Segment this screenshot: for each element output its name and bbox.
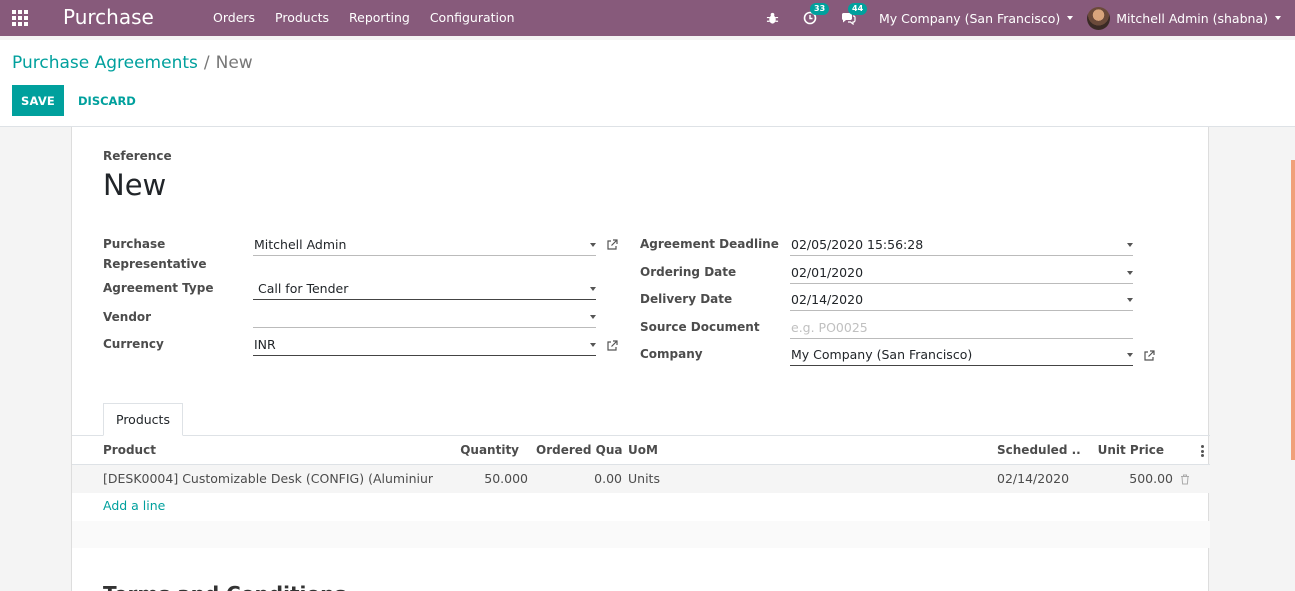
tab-products[interactable]: Products <box>103 403 183 436</box>
ordering-date-value: 02/01/2020 <box>791 265 864 280</box>
avatar <box>1087 6 1111 30</box>
column-header-quantity[interactable]: Quantity <box>442 436 519 465</box>
apps-grid-icon[interactable] <box>12 10 30 26</box>
column-header-scheduled-date[interactable]: Scheduled ... <box>997 436 1081 465</box>
activity-clock-icon[interactable]: 33 <box>799 3 830 29</box>
agreement-type-select[interactable]: Call for Tender <box>253 279 596 300</box>
row-product: [DESK0004] Customizable Desk (CONFIG) (A… <box>103 471 433 486</box>
company-switcher[interactable]: My Company (San Francisco) <box>879 10 1074 26</box>
column-header-uom[interactable]: UoM <box>628 436 688 465</box>
save-button[interactable]: SAVE <box>12 85 64 116</box>
source-document-label: Source Document <box>640 320 760 334</box>
purchase-rep-value: Mitchell Admin <box>254 237 347 252</box>
company-field[interactable]: My Company (San Francisco) <box>790 345 1133 366</box>
column-header-ordered-quantity[interactable]: Ordered Qua... <box>536 436 622 465</box>
column-header-unit-price[interactable]: Unit Price <box>1082 436 1164 465</box>
agreement-deadline-value: 02/05/2020 15:56:28 <box>791 237 924 252</box>
column-header-product[interactable]: Product <box>103 436 303 465</box>
reference-value: New <box>103 168 167 202</box>
menu-configuration[interactable]: Configuration <box>420 0 525 36</box>
row-unit-price: 500.00 <box>1129 471 1173 486</box>
purchase-rep-label-line2: Representative <box>103 257 207 271</box>
row-ordered-quantity: 0.00 <box>594 471 622 486</box>
row-uom: Units <box>628 471 660 486</box>
dropdown-caret-icon <box>1127 353 1133 357</box>
vendor-label: Vendor <box>103 310 152 324</box>
ordering-date-label: Ordering Date <box>640 265 737 279</box>
caret-down-icon <box>1275 16 1281 20</box>
source-document-input[interactable]: e.g. PO0025 <box>790 318 1133 339</box>
purchase-rep-label-line1: Purchase <box>103 237 166 251</box>
main-menu: Orders Products Reporting Configuration <box>203 0 525 36</box>
navbar-right: 33 44 My Company (San Francisco) Mitchel… <box>753 0 1295 36</box>
breadcrumb-parent-link[interactable]: Purchase Agreements <box>12 53 198 73</box>
agreement-type-value: Call for Tender <box>258 281 349 296</box>
app-brand: Purchase <box>63 5 154 29</box>
company-switcher-label: My Company (San Francisco) <box>879 10 1061 26</box>
company-label: Company <box>640 347 703 361</box>
control-panel: Purchase Agreements / New SAVE DISCARD <box>0 40 1295 127</box>
scrollbar[interactable] <box>1291 160 1295 460</box>
external-link-icon[interactable] <box>1143 350 1155 362</box>
currency-field[interactable]: INR <box>253 335 596 356</box>
message-count-badge: 44 <box>848 3 868 15</box>
external-link-icon[interactable] <box>606 340 618 352</box>
add-a-line-link[interactable]: Add a line <box>103 497 165 515</box>
dropdown-caret-icon <box>590 243 596 247</box>
agreement-deadline-label: Agreement Deadline <box>640 237 779 251</box>
menu-orders[interactable]: Orders <box>203 0 265 36</box>
delivery-date-label: Delivery Date <box>640 292 733 306</box>
menu-reporting[interactable]: Reporting <box>339 0 420 36</box>
menu-products[interactable]: Products <box>265 0 339 36</box>
external-link-icon[interactable] <box>606 239 618 251</box>
reference-label: Reference <box>103 149 172 163</box>
ordering-date-field[interactable]: 02/01/2020 <box>790 263 1133 284</box>
product-table-header: Product Quantity Ordered Qua... UoM Sche… <box>72 436 1210 465</box>
purchase-rep-field[interactable]: Mitchell Admin <box>253 235 596 256</box>
purchase-rep-label: Purchase Representative <box>103 234 207 274</box>
dropdown-caret-icon <box>590 343 596 347</box>
user-menu[interactable]: Mitchell Admin (shabna) <box>1087 6 1281 30</box>
agreement-type-label: Agreement Type <box>103 281 214 295</box>
top-navbar: Purchase Orders Products Reporting Confi… <box>0 0 1295 36</box>
breadcrumb-separator: / <box>203 53 210 73</box>
row-scheduled-date: 02/14/2020 <box>997 471 1070 486</box>
caret-down-icon <box>1067 16 1074 20</box>
table-row[interactable]: [DESK0004] Customizable Desk (CONFIG) (A… <box>72 465 1210 493</box>
vendor-field[interactable] <box>253 307 596 328</box>
row-quantity: 50.000 <box>484 471 528 486</box>
currency-label: Currency <box>103 337 164 351</box>
source-document-placeholder: e.g. PO0025 <box>791 320 868 335</box>
currency-value: INR <box>254 337 276 352</box>
table-empty-row <box>72 521 1210 548</box>
delivery-date-field[interactable]: 02/14/2020 <box>790 290 1133 311</box>
company-value: My Company (San Francisco) <box>791 347 973 362</box>
activity-count-badge: 33 <box>810 3 830 15</box>
messages-icon[interactable]: 44 <box>837 3 868 29</box>
user-name: Mitchell Admin (shabna) <box>1116 10 1268 26</box>
trash-icon[interactable] <box>1180 474 1190 485</box>
dropdown-caret-icon <box>590 315 596 319</box>
dropdown-caret-icon <box>1127 298 1133 302</box>
delivery-date-value: 02/14/2020 <box>791 292 864 307</box>
breadcrumb: Purchase Agreements / New <box>12 53 253 73</box>
breadcrumb-current: New <box>215 53 253 73</box>
dropdown-caret-icon <box>1127 271 1133 275</box>
dropdown-caret-icon <box>1127 243 1133 247</box>
agreement-deadline-field[interactable]: 02/05/2020 15:56:28 <box>790 235 1133 256</box>
form-sheet: Reference New Purchase Representative Mi… <box>71 127 1210 591</box>
dropdown-caret-icon <box>590 287 596 291</box>
bug-icon[interactable] <box>761 7 783 29</box>
discard-button[interactable]: DISCARD <box>70 85 144 116</box>
terms-heading: Terms and Conditions <box>103 582 346 591</box>
optional-columns-icon[interactable] <box>1201 445 1204 457</box>
